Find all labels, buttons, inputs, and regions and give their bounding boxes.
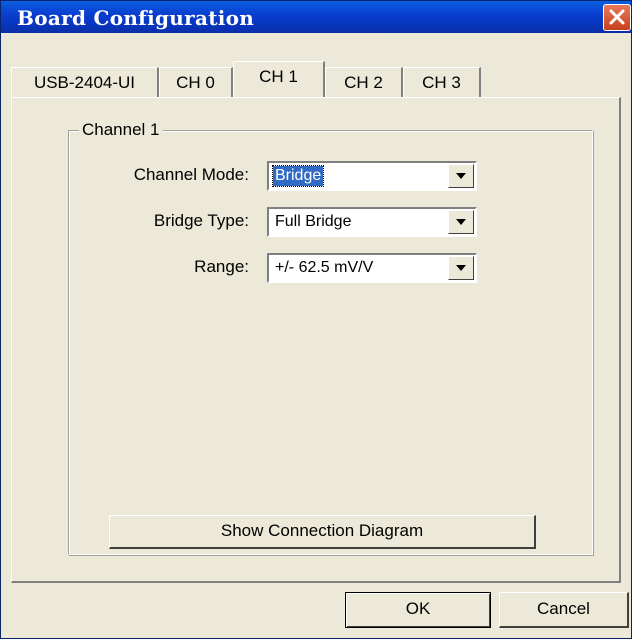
range-label: Range: [194, 257, 249, 276]
cancel-button[interactable]: Cancel [499, 592, 629, 628]
dropdown-button[interactable] [448, 164, 474, 188]
ok-button[interactable]: OK [345, 592, 491, 628]
button-label: Cancel [537, 599, 590, 618]
button-label: OK [405, 599, 431, 618]
tab-usb-2404-ui[interactable]: USB-2404-UI [11, 67, 159, 97]
tab-ch2[interactable]: CH 2 [325, 67, 403, 97]
bridge-type-label: Bridge Type: [153, 211, 249, 230]
close-button[interactable] [603, 4, 631, 31]
tab-panel: Channel 1 Channel Mode: Bridge Bridge Ty… [11, 97, 621, 583]
chevron-down-icon [456, 173, 466, 179]
tab-label: USB-2404-UI [33, 73, 136, 92]
tab-label: CH 0 [176, 73, 215, 92]
chevron-down-icon [456, 219, 466, 225]
channel-mode-label: Channel Mode: [133, 165, 249, 184]
channel-mode-value: Bridge [271, 165, 325, 187]
title-bar[interactable]: Board Configuration [1, 1, 631, 33]
tab-label: CH 3 [422, 73, 461, 92]
group-label: Channel 1 [79, 120, 163, 140]
chevron-down-icon [456, 265, 466, 271]
bridge-type-select[interactable]: Full Bridge [267, 207, 477, 237]
dropdown-button[interactable] [448, 210, 474, 234]
range-value: +/- 62.5 mV/V [275, 259, 374, 276]
tab-label: CH 1 [259, 67, 298, 86]
tab-ch0[interactable]: CH 0 [159, 67, 233, 97]
show-connection-diagram-button[interactable]: Show Connection Diagram [109, 515, 536, 549]
tab-label: CH 2 [344, 73, 383, 92]
bridge-type-value: Full Bridge [275, 213, 352, 230]
tab-ch3[interactable]: CH 3 [403, 67, 481, 97]
range-select[interactable]: +/- 62.5 mV/V [267, 253, 477, 283]
close-icon [609, 9, 625, 25]
dropdown-button[interactable] [448, 256, 474, 280]
dialog-window: Board Configuration USB-2404-UI CH 0 CH … [0, 0, 632, 639]
tab-ch1[interactable]: CH 1 [233, 61, 325, 97]
button-label: Show Connection Diagram [220, 521, 424, 540]
channel-group: Channel 1 Channel Mode: Bridge Bridge Ty… [68, 120, 593, 555]
window-title: Board Configuration [17, 6, 255, 30]
channel-mode-select[interactable]: Bridge [267, 161, 477, 191]
